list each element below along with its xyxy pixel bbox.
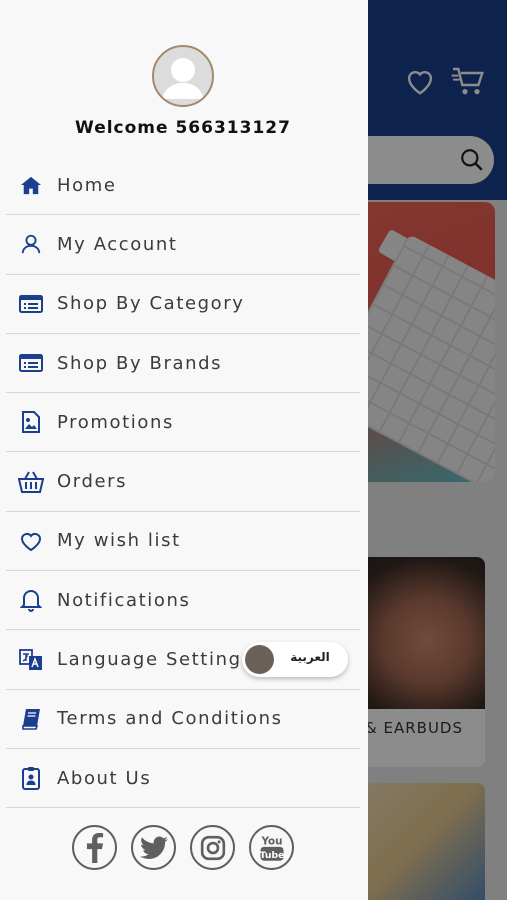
menu-item-orders[interactable]: Orders [6,452,360,512]
menu-item-label: My wish list [57,530,181,552]
book-icon [18,706,44,732]
menu-item-promotions[interactable]: Promotions [6,393,360,453]
menu-item-terms-and-conditions[interactable]: Terms and Conditions [6,690,360,749]
menu-item-label: Orders [57,471,128,493]
image-icon [18,409,44,435]
heart-icon [18,528,44,554]
menu-item-label: Shop By Category [57,293,245,315]
list-icon [18,291,44,317]
youtube-icon[interactable]: You Tube [249,825,294,870]
translate-icon [18,647,44,673]
menu-item-about-us[interactable]: About Us [6,749,360,809]
menu-item-shop-by-category[interactable]: Shop By Category [6,275,360,334]
social-links: You Tube [72,825,294,871]
menu-item-label: Terms and Conditions [57,708,283,730]
menu-item-label: About Us [57,767,152,789]
menu-item-shop-by-brands[interactable]: Shop By Brands [6,334,360,394]
svg-text:Tube: Tube [259,849,284,860]
menu-item-my-account[interactable]: My Account [6,215,360,275]
menu-item-home[interactable]: Home [6,156,360,216]
menu-item-label: Shop By Brands [57,352,223,374]
user-icon [18,231,44,257]
navigation-drawer: Welcome 566313127 Home My Account Shop B… [0,0,368,900]
twitter-icon[interactable] [131,825,176,870]
instagram-icon[interactable] [190,825,235,870]
drawer-menu: Home My Account Shop By Category Shop By… [6,156,360,809]
id-badge-icon [18,765,44,791]
avatar[interactable] [152,45,214,107]
menu-item-label: Home [57,174,117,196]
svg-text:You: You [260,835,282,847]
menu-item-label: My Account [57,233,178,255]
menu-item-label: Promotions [57,411,174,433]
facebook-icon[interactable] [72,825,117,870]
home-icon [18,172,44,198]
bell-icon [18,587,44,613]
menu-item-label: Language Setting [57,649,242,671]
welcome-text: Welcome 566313127 [75,118,291,138]
language-toggle[interactable]: العربية [242,642,348,677]
menu-item-label: Notifications [57,589,191,611]
language-toggle-label: العربية [290,650,330,664]
language-toggle-knob [245,645,274,674]
menu-item-my-wish-list[interactable]: My wish list [6,512,360,572]
menu-item-notifications[interactable]: Notifications [6,571,360,631]
list-icon [18,350,44,376]
basket-icon [18,469,44,495]
